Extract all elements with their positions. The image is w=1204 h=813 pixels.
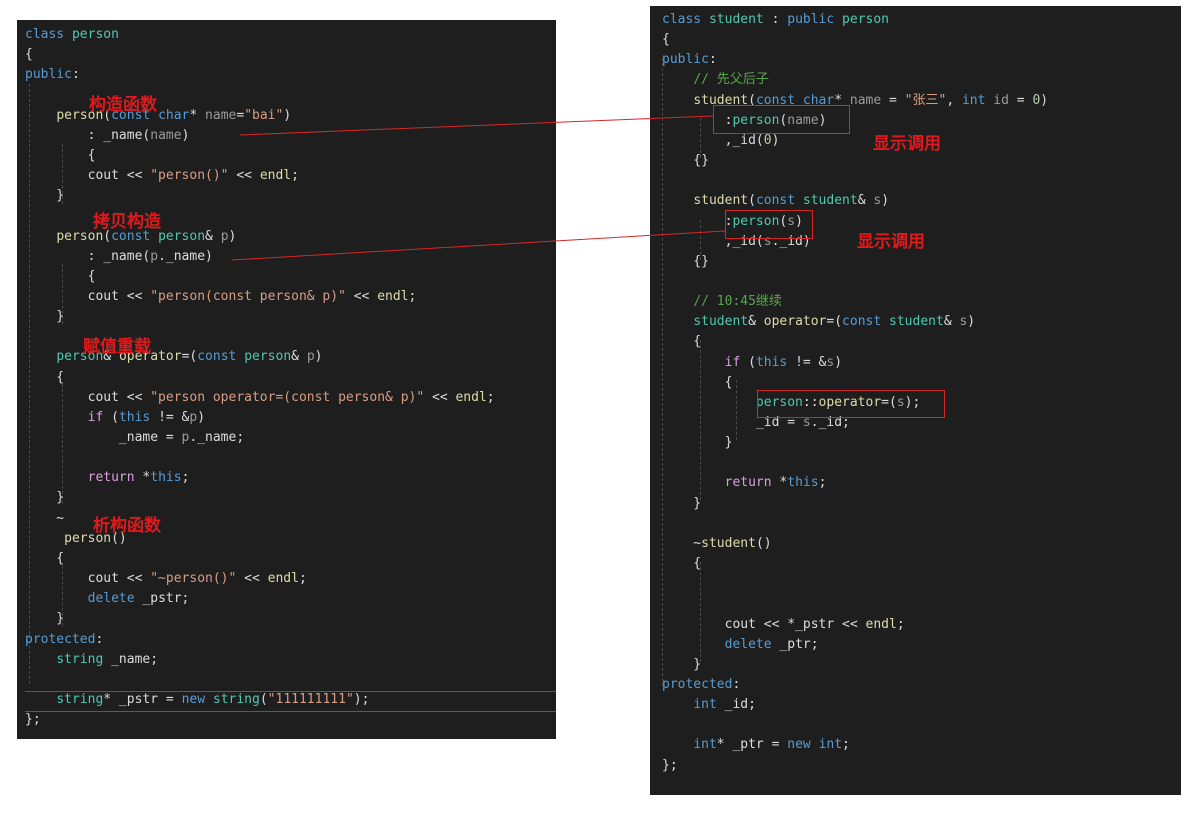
connector-constructor [239,115,714,136]
connector-copy-constructor [231,230,726,261]
connector-lines [231,115,726,261]
